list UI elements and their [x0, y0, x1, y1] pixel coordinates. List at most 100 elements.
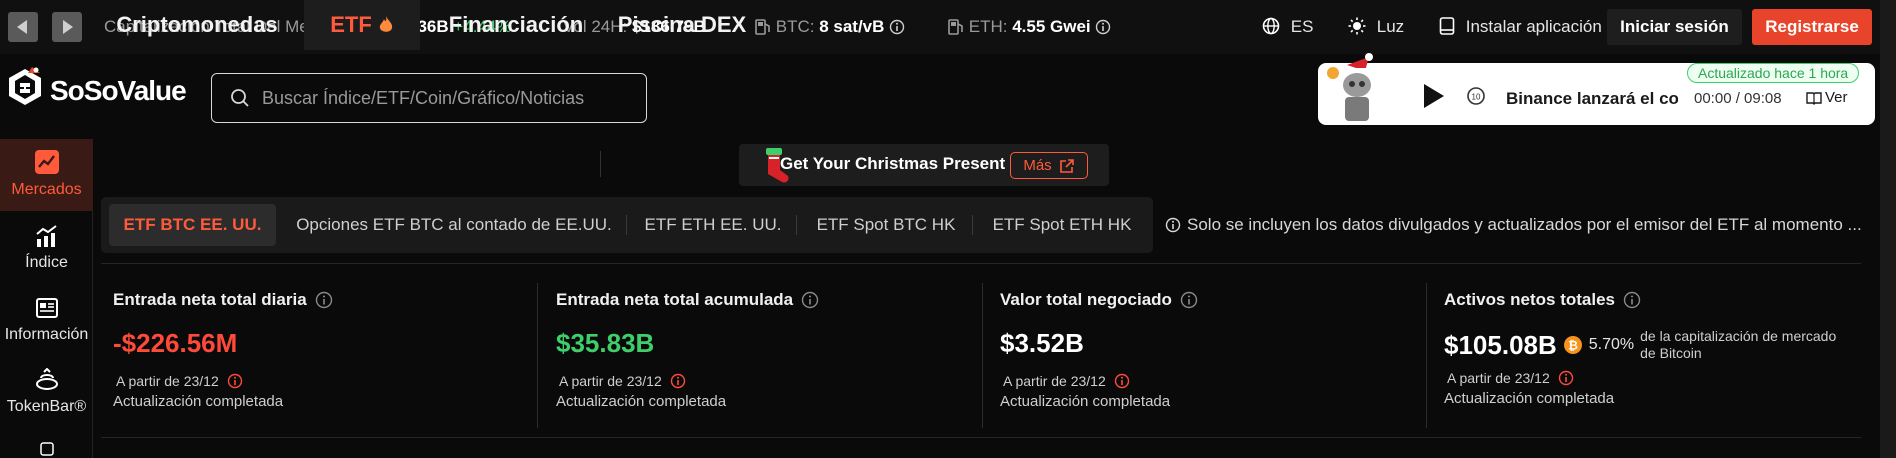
sidebar-item-label: TokenBar® [6, 398, 87, 415]
subtab-btc-us[interactable]: ETF BTC EE. UU. [109, 204, 276, 246]
promo-more-button[interactable]: Más [1010, 152, 1088, 179]
chart-icon [34, 150, 59, 174]
stat-status: Actualización completada [113, 393, 284, 410]
tab-label: Financiación [448, 12, 584, 37]
svg-text:₿: ₿ [1568, 339, 1578, 353]
tab-cryptocurrencies[interactable]: Criptomonedas [102, 0, 292, 50]
view-video-button[interactable]: Ver [1806, 89, 1848, 106]
stat-title: Activos netos totales [1444, 290, 1864, 310]
stat-date-text: A partir de 23/12 [559, 373, 662, 389]
stat-divider [1426, 283, 1427, 428]
stat-date-text: A partir de 23/12 [1003, 373, 1106, 389]
stat-title-text: Activos netos totales [1444, 290, 1615, 309]
info-icon[interactable] [1180, 291, 1198, 309]
subtab-btc-hk[interactable]: ETF Spot BTC HK [804, 204, 968, 246]
register-button[interactable]: Registrarse [1752, 9, 1872, 45]
sidebar-item-label: Información [4, 326, 89, 343]
sidebar-item-markets[interactable]: Mercados [0, 139, 93, 211]
bitcoin-icon: ₿ [1563, 336, 1582, 354]
chevron-right-icon [63, 20, 73, 34]
info-icon[interactable] [315, 291, 333, 309]
subtab-btc-options-us[interactable]: Opciones ETF BTC al contado de EE.UU. [286, 204, 622, 246]
promo-button-label: Más [1023, 157, 1052, 174]
btc-fee: BTC: 8 sat/vB [755, 17, 905, 37]
info-icon[interactable] [1623, 291, 1641, 309]
install-app-link[interactable]: Instalar aplicación [1439, 17, 1602, 37]
partial-icon [39, 442, 54, 456]
eth-fee-value: 4.55 Gwei [1012, 17, 1091, 36]
alert-icon[interactable] [670, 373, 686, 389]
stat-total-net-assets: Activos netos totales $105.08B ₿ 5.70% d… [1444, 290, 1864, 407]
brand-name: SoSoValue [50, 75, 187, 106]
stat-date: A partir de 23/12 [556, 373, 976, 389]
tab-dex-pool[interactable]: Piscina DEX [612, 0, 752, 50]
stat-value-row: $105.08B ₿ 5.70% de la capitalización de… [1444, 328, 1864, 362]
tab-label: Criptomonedas [116, 12, 278, 37]
stat-date: A partir de 23/12 [1444, 370, 1864, 386]
stat-date-text: A partir de 23/12 [1447, 370, 1550, 386]
stat-date-text: A partir de 23/12 [116, 373, 219, 389]
login-button[interactable]: Iniciar sesión [1607, 9, 1742, 45]
stat-daily-net-inflow: Entrada neta total diaria -$226.56M A pa… [113, 290, 533, 410]
subtab-divider [972, 215, 973, 235]
info-icon[interactable] [801, 291, 819, 309]
robot-santa-avatar-icon [1327, 53, 1373, 121]
language-selector[interactable]: ES [1262, 17, 1313, 37]
info-icon[interactable] [889, 19, 905, 35]
alert-icon[interactable] [1558, 370, 1574, 386]
sidebar-item-label: Índice [25, 254, 68, 271]
subtab-label: ETF Spot BTC HK [816, 215, 956, 234]
disclosure-note: Solo se incluyen los datos divulgados y … [1165, 215, 1865, 235]
sidebar-item-more[interactable] [0, 440, 93, 458]
tab-label: Piscina DEX [617, 12, 747, 37]
subtab-eth-hk[interactable]: ETF Spot ETH HK [980, 204, 1144, 246]
tokenbar-icon [35, 368, 58, 390]
stat-title: Entrada neta total acumulada [556, 290, 976, 310]
stat-date: A partir de 23/12 [113, 373, 533, 389]
subtab-label: ETF ETH EE. UU. [644, 215, 782, 234]
subtab-label: ETF Spot ETH HK [992, 215, 1132, 234]
alert-icon[interactable] [227, 373, 243, 389]
next-arrow-button[interactable] [52, 12, 82, 42]
stat-value: -$226.56M [113, 328, 238, 358]
theme-label: Luz [1376, 17, 1405, 36]
news-icon [35, 298, 58, 318]
search-input[interactable]: Buscar Índice/ETF/Coin/Gráfico/Noticias [211, 73, 647, 123]
rewind-10-icon[interactable]: 10 [1466, 86, 1486, 106]
stat-status: Actualización completada [1444, 390, 1615, 407]
view-label: Ver [1825, 89, 1848, 106]
prev-arrow-button[interactable] [8, 12, 38, 42]
eth-fee-label: ETH: [968, 17, 1008, 36]
eth-fee: ETH: 4.55 Gwei [948, 17, 1111, 37]
tab-label: ETF [330, 12, 372, 37]
tab-etf[interactable]: ETF [304, 0, 420, 50]
sidebar-item-label: Mercados [11, 181, 82, 198]
scrollbar[interactable] [1880, 0, 1896, 458]
sidebar-item-information[interactable]: Información [0, 290, 93, 354]
language-label: ES [1290, 17, 1314, 36]
sun-icon [1348, 17, 1366, 35]
stat-title: Valor total negociado [1000, 290, 1420, 310]
divider [101, 263, 1861, 264]
search-icon [231, 89, 249, 107]
subtab-label: ETF BTC EE. UU. [123, 215, 262, 234]
sidebar-item-index[interactable]: Índice [0, 218, 93, 282]
install-app-label: Instalar aplicación [1465, 17, 1602, 36]
stat-cumulative-net-inflow: Entrada neta total acumulada $35.83B A p… [556, 290, 976, 410]
tab-financing[interactable]: Financiación [428, 0, 604, 50]
stat-value: $35.83B [556, 328, 655, 358]
video-title[interactable]: Binance lanzará el con [1506, 89, 1678, 109]
subtab-eth-us[interactable]: ETF ETH EE. UU. [634, 204, 792, 246]
stat-btc-percent: 5.70% [1588, 336, 1635, 353]
brand-logo[interactable]: SoSoValue [6, 67, 187, 115]
sidebar-item-tokenbar[interactable]: TokenBar® [0, 362, 93, 426]
theme-toggle[interactable]: Luz [1348, 17, 1404, 37]
updated-badge: Actualizado hace 1 hora [1687, 63, 1860, 83]
alert-icon[interactable] [1114, 373, 1130, 389]
stat-status: Actualización completada [1000, 393, 1171, 410]
info-icon[interactable] [1095, 19, 1111, 35]
btc-fee-label: BTC: [775, 17, 815, 36]
note-text: Solo se incluyen los datos divulgados y … [1187, 215, 1862, 234]
play-icon[interactable] [1420, 82, 1446, 110]
svg-text:10: 10 [1472, 93, 1481, 102]
